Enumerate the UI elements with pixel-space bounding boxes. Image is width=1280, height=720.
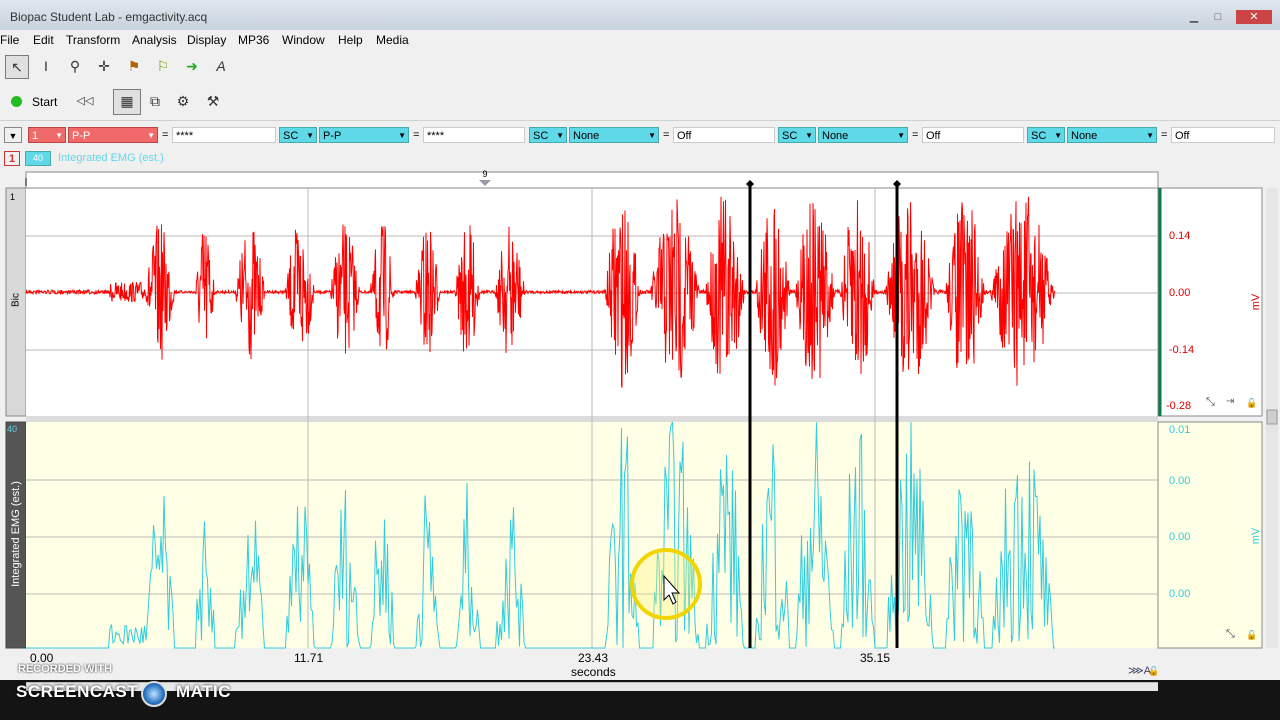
active-channel-label: Integrated EMG (est.): [58, 152, 164, 164]
ch40-tick: 0.00: [1169, 531, 1191, 543]
vertical-scrollbar-thumb[interactable]: [1266, 409, 1278, 425]
meas4-equals: =: [912, 129, 919, 141]
ch1-label: Bic: [10, 293, 22, 307]
autoscale-icon[interactable]: ⤡: [1226, 628, 1235, 641]
flag-tool-icon[interactable]: ⚑: [123, 55, 145, 77]
start-button[interactable]: Start: [32, 95, 57, 109]
lock-icon[interactable]: 🔓: [1246, 398, 1257, 409]
meas2-type[interactable]: P-P ▼: [319, 127, 409, 143]
ch40-number: 40: [7, 424, 18, 434]
ch40-tick: 0.01: [1169, 424, 1191, 436]
title-bar: Biopac Student Lab - emgactivity.acq ▁ □…: [0, 0, 1280, 30]
menu-edit[interactable]: Edit: [33, 33, 54, 47]
meas4-value: Off: [922, 127, 1024, 143]
bottom-strip: RECORDED WITH SCREENCAST MATIC: [0, 663, 1280, 720]
meas5-equals: =: [1161, 129, 1168, 141]
maximize-icon[interactable]: □: [1208, 10, 1228, 24]
tool-toolbar: ↖ I ⚲ ✛ ⚑ ⚐ ➜ A: [0, 50, 1280, 84]
x-axis-unit: seconds: [571, 665, 616, 679]
rewind-icon[interactable]: ◁◁: [74, 90, 96, 112]
arrow-right-icon[interactable]: ➜: [181, 55, 203, 77]
ch1-number: 1: [10, 192, 16, 202]
acquisition-toolbar: Start ◁◁ ▦ ⧉ ⚙ ⚒: [0, 84, 1280, 120]
grid-icon[interactable]: ▦: [113, 89, 141, 115]
measurement-menu-icon[interactable]: ▼: [4, 127, 22, 143]
watermark-matic: MATIC: [176, 682, 232, 701]
menu-analysis[interactable]: Analysis: [132, 33, 177, 47]
ch1-tick: 0.14: [1169, 230, 1191, 242]
ch1-tick: -0.14: [1169, 344, 1195, 356]
menu-help[interactable]: Help: [338, 33, 363, 47]
meas2-equals: =: [413, 129, 420, 141]
ch40-tick: 0.00: [1169, 475, 1191, 487]
arrow-tool-icon[interactable]: ↖: [5, 55, 29, 79]
close-icon[interactable]: ✕: [1236, 10, 1272, 24]
x-tick: 35.15: [860, 651, 891, 665]
meas1-value: ****: [172, 127, 276, 143]
menu-transform[interactable]: Transform: [66, 33, 120, 47]
channel-1-button[interactable]: 1: [4, 151, 20, 166]
zoom-tool-icon[interactable]: ⚲: [64, 55, 86, 77]
meas2-channel[interactable]: SC ▼: [279, 127, 317, 143]
gear-icon[interactable]: ⚙: [172, 90, 194, 112]
ibeam-tool-icon[interactable]: I: [35, 55, 57, 77]
menu-mp36[interactable]: MP36: [238, 33, 269, 47]
channel-40-button[interactable]: 40: [25, 151, 51, 166]
time-axis: 0.00 11.71 23.43 35.15 seconds ⋙A 🔓: [0, 650, 1280, 680]
menu-media[interactable]: Media: [376, 33, 409, 47]
annotate-tool-icon[interactable]: A: [210, 55, 232, 77]
meas3-type[interactable]: None ▼: [569, 127, 659, 143]
meas3-equals: =: [663, 129, 670, 141]
meas4-type[interactable]: None ▼: [818, 127, 908, 143]
graph-window: 9 1 40 Bic Integrated EMG (est.) 0.14 0.…: [0, 169, 1280, 650]
ch1-unit: mV: [1250, 293, 1262, 311]
x-tick: 23.43: [578, 651, 609, 665]
ch1-tick: 0.00: [1169, 287, 1191, 299]
lock-icon[interactable]: 🔓: [1246, 630, 1257, 641]
meas3-value: Off: [673, 127, 775, 143]
lock-icon[interactable]: 🔓: [1148, 666, 1159, 677]
graph-svg: [5, 171, 1278, 649]
x-tick: 11.71: [294, 651, 324, 665]
minimize-icon[interactable]: ▁: [1184, 10, 1204, 24]
autoscale-icon[interactable]: ⤡: [1206, 396, 1215, 409]
menu-file[interactable]: File: [0, 33, 19, 47]
meas1-equals: =: [162, 129, 169, 141]
meas3-channel[interactable]: SC ▼: [529, 127, 567, 143]
menu-display[interactable]: Display: [187, 33, 226, 47]
crosshair-tool-icon[interactable]: ✛: [93, 55, 115, 77]
ch1-tick: -0.28: [1166, 400, 1192, 412]
watermark-recorded: RECORDED WITH: [18, 663, 113, 675]
meas4-channel[interactable]: SC ▼: [778, 127, 816, 143]
marker-label: 9: [482, 169, 488, 179]
menu-window[interactable]: Window: [282, 33, 325, 47]
watermark-screencast: SCREENCAST: [16, 682, 139, 701]
multiflag-tool-icon[interactable]: ⚐: [152, 55, 174, 77]
arrows-icon[interactable]: ⇥: [1226, 396, 1234, 407]
meas1-type[interactable]: P-P ▼: [68, 127, 158, 143]
ch40-tick: 0.00: [1169, 588, 1191, 600]
ch40-unit: mV: [1250, 527, 1262, 545]
channel-bar: 1 40 Integrated EMG (est.): [0, 148, 1280, 170]
measurement-bar: ▼ 1 ▼ P-P ▼ = **** SC ▼ P-P ▼ = **** SC ▼ Non…: [0, 120, 1280, 149]
tools-icon[interactable]: ⚒: [202, 90, 224, 112]
ch40-label: Integrated EMG (est.): [10, 481, 22, 587]
meas5-type[interactable]: None ▼: [1067, 127, 1157, 143]
menu-bar: File Edit Transform Analysis Display MP3…: [0, 30, 1280, 50]
overlap-icon[interactable]: ⧉: [144, 90, 166, 112]
meas5-value: Off: [1171, 127, 1275, 143]
screencast-logo-icon: [141, 681, 167, 707]
meas1-channel[interactable]: 1 ▼: [28, 127, 66, 143]
meas2-value: ****: [423, 127, 525, 143]
window-title: Biopac Student Lab - emgactivity.acq: [10, 10, 208, 24]
meas5-channel[interactable]: SC ▼: [1027, 127, 1065, 143]
record-status-icon: [11, 96, 22, 107]
